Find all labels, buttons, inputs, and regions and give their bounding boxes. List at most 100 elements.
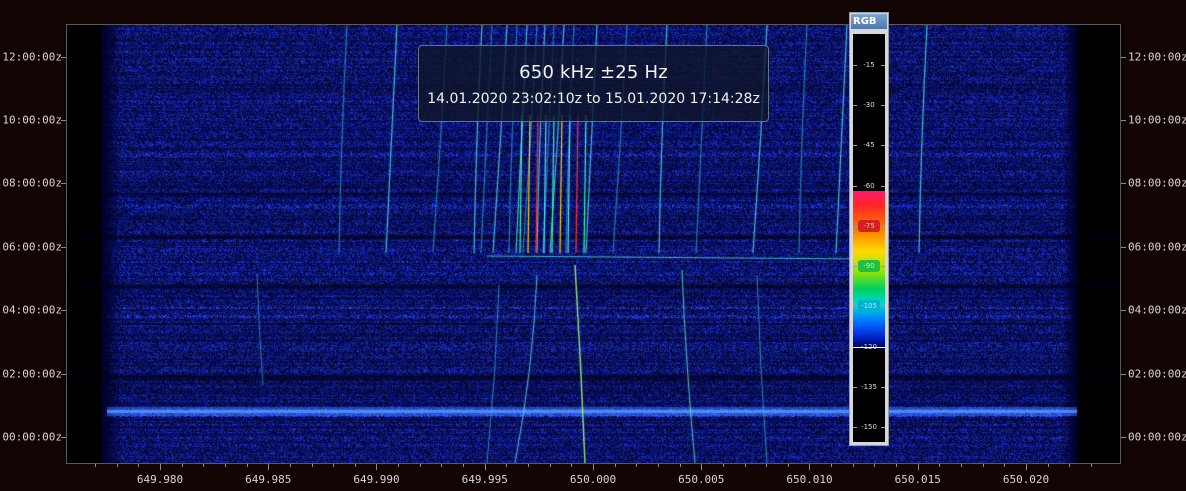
frequency-tick-mark (939, 464, 940, 467)
frequency-tick-mark (312, 464, 313, 467)
scale-tick-label: -150 (861, 423, 877, 432)
time-tick-label: 02:00:00z (2, 367, 62, 381)
scale-tick-label: -75 (863, 221, 875, 230)
scale-tick-label: -45 (863, 141, 875, 150)
frequency-tick-mark (874, 464, 875, 467)
time-tick-label: 12:00:00z (1128, 50, 1186, 64)
time-tick-label: 02:00:00z (1128, 367, 1186, 381)
frequency-tick-mark (1048, 464, 1049, 467)
time-tick-label: 08:00:00z (1128, 176, 1186, 190)
frequency-tick-mark (766, 464, 767, 467)
frequency-tick-mark (1004, 464, 1005, 467)
time-tick-mark (61, 56, 66, 58)
frequency-tick-mark (1069, 464, 1070, 467)
time-tick-label: 06:00:00z (2, 240, 62, 254)
time-tick-label: 12:00:00z (2, 50, 62, 64)
frequency-tick-mark (160, 464, 161, 470)
frequency-tick-label: 649.990 (353, 473, 400, 486)
color-scale-panel[interactable]: RGB -15 -30 -45 -60 -75 -90 -105 -120 -135 -150 (849, 12, 889, 446)
frequency-tick-mark (658, 464, 659, 467)
time-tick-label: 10:00:00z (2, 113, 62, 127)
time-tick-mark (61, 373, 66, 375)
time-tick-label: 04:00:00z (1128, 303, 1186, 317)
frequency-tick-mark (961, 464, 962, 467)
frequency-tick-label: 649.985 (245, 473, 292, 486)
frequency-tick-mark (225, 464, 226, 467)
time-tick-mark (61, 310, 66, 312)
frequency-tick-mark (420, 464, 421, 467)
frequency-tick-mark (983, 464, 984, 467)
frequency-tick-mark (615, 464, 616, 467)
time-tick-mark (1121, 373, 1126, 375)
frequency-tick-label: 650.005 (678, 473, 725, 486)
scale-tick-label: -135 (861, 383, 877, 391)
time-tick-mark (1121, 120, 1126, 121)
frequency-tick-label: 650.020 (1002, 473, 1050, 486)
frequency-tick-mark (290, 464, 291, 467)
frequency-tick-mark (203, 464, 204, 467)
title-overlay: 650 kHz ±25 Hz 14.01.2020 23:02:10z to 1… (418, 45, 769, 122)
time-tick-mark (1121, 183, 1126, 185)
frequency-tick-mark (680, 464, 681, 467)
frequency-tick-mark (441, 464, 442, 467)
color-scale-header[interactable]: RGB (851, 14, 887, 29)
time-tick-mark (1121, 56, 1126, 58)
frequency-title: 650 kHz ±25 Hz (519, 62, 668, 83)
time-tick-label: 00:00:00z (2, 430, 62, 444)
color-scale-bar[interactable]: -15 -30 -45 -60 -75 -90 -105 -120 -135 -150 (853, 34, 885, 442)
time-tick-mark (61, 183, 66, 185)
frequency-tick-mark (636, 464, 637, 467)
frequency-tick-mark (571, 464, 572, 467)
frequency-tick-mark (117, 464, 118, 467)
frequency-tick-mark (745, 464, 746, 467)
time-tick-mark (61, 437, 66, 438)
frequency-tick-mark (896, 464, 897, 467)
frequency-tick-mark (247, 464, 248, 467)
frequency-tick-mark (701, 464, 702, 470)
frequency-tick-label: 650.010 (786, 473, 833, 486)
frequency-tick-mark (788, 464, 789, 467)
scale-tick-label: -15 (863, 60, 875, 69)
scale-tick-label: -90 (863, 262, 875, 271)
frequency-tick-mark (398, 464, 399, 467)
time-range-subtitle: 14.01.2020 23:02:10z to 15.01.2020 17:14… (427, 91, 760, 107)
frequency-tick-mark (182, 464, 183, 467)
frequency-tick-mark (853, 464, 854, 467)
time-tick-mark (61, 246, 66, 248)
time-tick-mark (1121, 310, 1126, 312)
frequency-tick-mark (333, 464, 334, 467)
frequency-tick-mark (550, 464, 551, 467)
frequency-tick-mark (809, 464, 810, 470)
scale-tick-label: -60 (863, 181, 875, 190)
frequency-tick-mark (1026, 464, 1027, 470)
time-tick-label: 10:00:00z (1128, 113, 1186, 127)
frequency-tick-mark (138, 464, 139, 467)
time-tick-mark (1121, 437, 1126, 438)
frequency-tick-label: 650.000 (569, 473, 617, 486)
time-tick-label: 06:00:00z (1128, 240, 1186, 254)
time-tick-mark (61, 120, 66, 121)
waterfall-window: 650 kHz ±25 Hz 14.01.2020 23:02:10z to 1… (0, 0, 1186, 491)
time-tick-label: 00:00:00z (1128, 430, 1186, 444)
time-tick-label: 08:00:00z (2, 176, 62, 190)
frequency-tick-label: 650.015 (894, 473, 941, 486)
frequency-tick-label: 649.995 (461, 473, 508, 486)
time-tick-label: 04:00:00z (2, 303, 62, 317)
frequency-tick-mark (1091, 464, 1092, 467)
frequency-tick-mark (95, 464, 96, 467)
frequency-tick-mark (506, 464, 507, 467)
frequency-tick-mark (918, 464, 919, 470)
frequency-tick-mark (268, 464, 269, 470)
time-tick-mark (1121, 246, 1126, 248)
frequency-tick-mark (723, 464, 724, 467)
scale-tick-label: -30 (863, 101, 875, 110)
frequency-tick-mark (355, 464, 356, 467)
frequency-tick-mark (463, 464, 464, 467)
frequency-tick-mark (485, 464, 486, 470)
scale-level-pointer[interactable] (853, 346, 885, 348)
frequency-tick-mark (831, 464, 832, 467)
scale-tick-label: -105 (861, 302, 877, 311)
frequency-tick-mark (593, 464, 594, 470)
frequency-tick-label: 649.980 (136, 473, 184, 486)
frequency-tick-mark (528, 464, 529, 467)
